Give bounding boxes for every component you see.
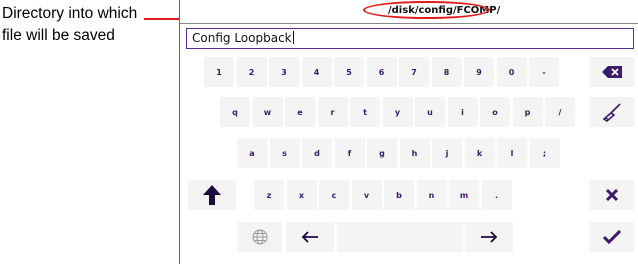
- key-t[interactable]: t: [350, 97, 380, 127]
- key-8[interactable]: 8: [431, 57, 462, 87]
- key-4[interactable]: 4: [301, 57, 332, 87]
- key-w[interactable]: w: [252, 97, 283, 127]
- key-5[interactable]: 5: [334, 57, 364, 87]
- key-f[interactable]: f: [334, 138, 365, 168]
- annotation-ellipse: [363, 1, 490, 19]
- text-caret: [292, 31, 294, 44]
- filename-input-value: Config Loopback: [192, 31, 292, 45]
- backspace-icon: [601, 66, 622, 78]
- key-0[interactable]: 0: [496, 57, 527, 87]
- key-slash[interactable]: /: [545, 97, 575, 127]
- cancel-key[interactable]: [589, 180, 634, 210]
- key-a[interactable]: a: [237, 138, 267, 168]
- spacebar-key[interactable]: [337, 222, 463, 252]
- key-n[interactable]: n: [416, 180, 447, 210]
- key-semicolon[interactable]: ;: [529, 138, 560, 168]
- clear-key[interactable]: [589, 97, 634, 127]
- callout-line-2: file will be saved: [2, 27, 115, 44]
- shift-up-arrow-icon: [203, 185, 221, 205]
- key-c[interactable]: c: [319, 180, 349, 210]
- key-b[interactable]: b: [384, 180, 414, 210]
- checkmark-icon: [602, 230, 621, 244]
- keyboard-dialog: /disk/config/FCOMP/ Config Loopback 1234…: [179, 0, 638, 264]
- key-u[interactable]: u: [415, 97, 445, 127]
- key-1[interactable]: 1: [204, 57, 234, 87]
- key-j[interactable]: j: [432, 138, 462, 168]
- confirm-key[interactable]: [589, 222, 634, 252]
- key-e[interactable]: e: [285, 97, 315, 127]
- directory-path-bar: /disk/config/FCOMP/: [180, 0, 638, 24]
- language-key[interactable]: [237, 222, 282, 252]
- key-m[interactable]: m: [449, 180, 479, 210]
- key-p[interactable]: p: [512, 97, 543, 127]
- key-g[interactable]: g: [367, 138, 397, 168]
- key-h[interactable]: h: [399, 138, 430, 168]
- key-s[interactable]: s: [269, 138, 300, 168]
- annotation-callout: Directory into which file will be saved: [2, 3, 174, 47]
- callout-line-1: Directory into which: [2, 5, 138, 22]
- filename-input[interactable]: Config Loopback: [186, 28, 634, 49]
- key-x[interactable]: x: [286, 180, 317, 210]
- key-9[interactable]: 9: [464, 57, 494, 87]
- shift-key[interactable]: [188, 180, 236, 210]
- cursor-left-key[interactable]: [286, 222, 334, 252]
- key-i[interactable]: i: [447, 97, 478, 127]
- key-period[interactable]: .: [481, 180, 512, 210]
- key-2[interactable]: 2: [236, 57, 267, 87]
- key-v[interactable]: v: [351, 180, 382, 210]
- key-7[interactable]: 7: [399, 57, 429, 87]
- callout-pointer: [144, 18, 184, 20]
- globe-icon: [252, 229, 268, 245]
- key-y[interactable]: y: [382, 97, 413, 127]
- key-o[interactable]: o: [480, 97, 510, 127]
- key-z[interactable]: z: [254, 180, 284, 210]
- arrow-left-icon: [301, 231, 319, 243]
- key-minus[interactable]: -: [529, 57, 559, 87]
- close-icon: [605, 188, 619, 202]
- key-l[interactable]: l: [497, 138, 527, 168]
- key-k[interactable]: k: [464, 138, 495, 168]
- broom-icon: [602, 102, 622, 122]
- key-d[interactable]: d: [302, 138, 332, 168]
- backspace-key[interactable]: [589, 57, 634, 87]
- arrow-right-icon: [480, 231, 498, 243]
- key-3[interactable]: 3: [269, 57, 299, 87]
- key-6[interactable]: 6: [366, 57, 397, 87]
- key-r[interactable]: r: [317, 97, 348, 127]
- cursor-right-key[interactable]: [465, 222, 513, 252]
- key-q[interactable]: q: [220, 97, 250, 127]
